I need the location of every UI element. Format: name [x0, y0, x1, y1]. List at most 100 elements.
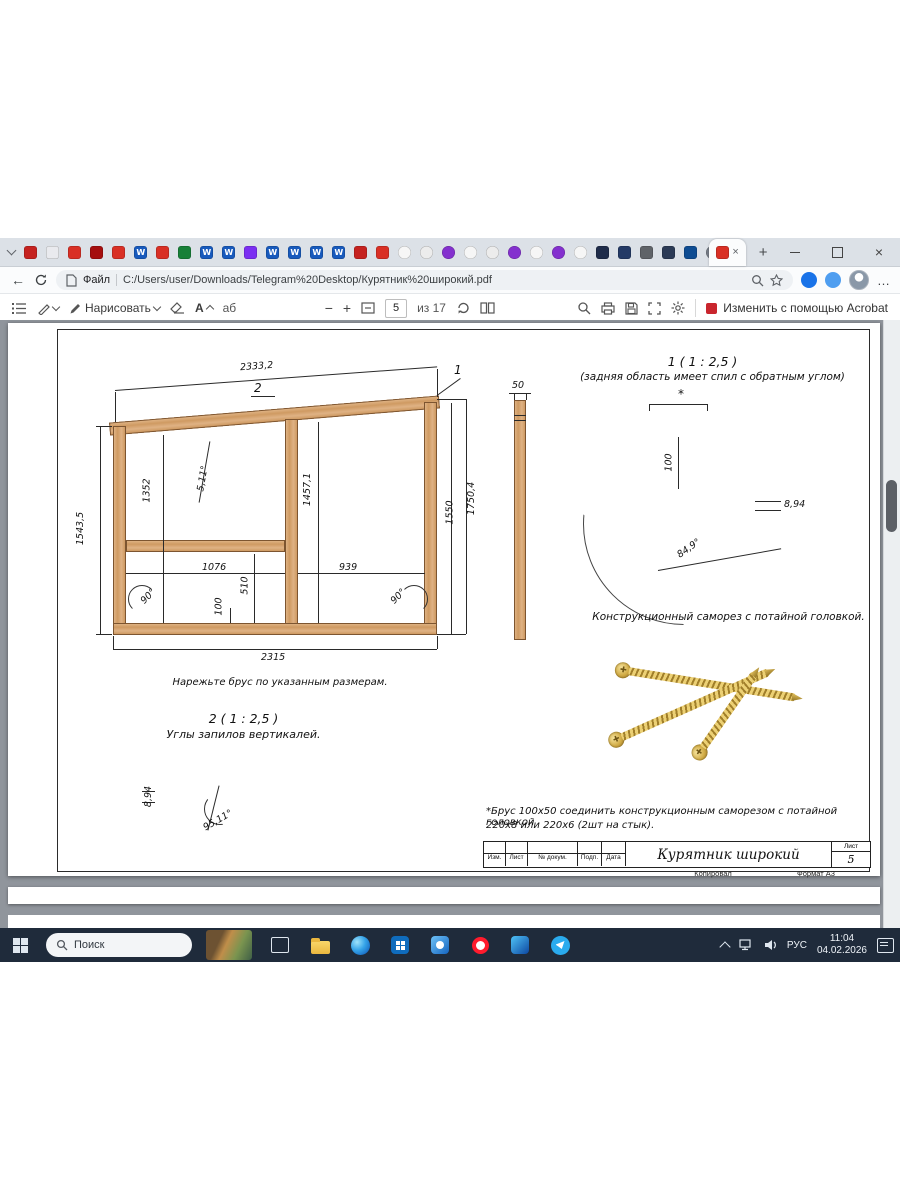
browser-tab[interactable]: [684, 246, 697, 259]
tab-strip: WWWWWWW × + ×: [0, 238, 900, 267]
text-size-button[interactable]: A: [195, 301, 213, 315]
search-document-icon[interactable]: [577, 301, 591, 315]
full-screen-icon[interactable]: [648, 302, 661, 315]
browser-tab[interactable]: W: [222, 246, 235, 259]
settings-menu-icon[interactable]: …: [877, 273, 890, 288]
browser-tab[interactable]: W: [288, 246, 301, 259]
photos-button[interactable]: [420, 928, 460, 962]
browser-tab[interactable]: W: [200, 246, 213, 259]
browser-tab[interactable]: W: [310, 246, 323, 259]
volume-icon[interactable]: [764, 939, 777, 951]
action-center-icon[interactable]: [877, 938, 894, 953]
blue-app-button[interactable]: [500, 928, 540, 962]
browser-tab[interactable]: W: [134, 246, 147, 259]
file-icon: [66, 274, 77, 287]
browser-tab[interactable]: [24, 246, 37, 259]
page-view-icon[interactable]: [480, 302, 495, 314]
tab-search-chevron-icon[interactable]: [4, 244, 20, 260]
save-icon[interactable]: [625, 302, 638, 315]
browser-tab[interactable]: [530, 246, 543, 259]
callout-2: 2: [254, 381, 262, 395]
browser-tab[interactable]: [552, 246, 565, 259]
telegram-icon: [551, 936, 570, 955]
scrollbar[interactable]: [883, 320, 900, 928]
browser-tab[interactable]: [574, 246, 587, 259]
draw-button[interactable]: Нарисовать: [69, 301, 160, 315]
url-scheme-label: Файл: [83, 274, 110, 286]
browser-tab[interactable]: [464, 246, 477, 259]
taskbar-search[interactable]: Поиск: [46, 933, 192, 957]
zoom-out-button[interactable]: −: [325, 300, 333, 316]
dimension-line: [113, 649, 437, 650]
extension-icon[interactable]: [801, 272, 817, 288]
url-field[interactable]: Файл C:/Users/user/Downloads/Telegram%20…: [56, 270, 793, 290]
task-view-button[interactable]: [260, 928, 300, 962]
clock[interactable]: 11:04 04.02.2026: [817, 933, 867, 957]
zoom-icon[interactable]: [751, 274, 764, 287]
screenshot-root: WWWWWWW × + × ← Файл: [0, 0, 900, 1200]
browser-tab[interactable]: [486, 246, 499, 259]
browser-tab[interactable]: [640, 246, 653, 259]
refresh-icon[interactable]: [34, 273, 48, 287]
read-aloud-button[interactable]: аб: [223, 301, 237, 315]
profile-avatar[interactable]: [849, 270, 869, 290]
store-button[interactable]: [380, 928, 420, 962]
hidden-icons-chevron[interactable]: [719, 941, 730, 952]
browser-tab[interactable]: [376, 246, 389, 259]
close-button[interactable]: ×: [858, 238, 900, 266]
browser-tab[interactable]: [156, 246, 169, 259]
browser-tab[interactable]: [178, 246, 191, 259]
browser-tab[interactable]: [508, 246, 521, 259]
tab-close-icon[interactable]: ×: [732, 247, 738, 258]
browser-tab[interactable]: [398, 246, 411, 259]
page-total-label: из 17: [417, 301, 446, 315]
browser-tab[interactable]: [442, 246, 455, 259]
eraser-icon[interactable]: [170, 302, 185, 314]
language-indicator[interactable]: РУС: [787, 940, 807, 951]
browser-tab[interactable]: [46, 246, 59, 259]
browser-tab[interactable]: [354, 246, 367, 259]
browser-tab[interactable]: W: [332, 246, 345, 259]
browser-tab[interactable]: W: [266, 246, 279, 259]
zoom-in-button[interactable]: +: [343, 300, 351, 316]
dimension-line: [678, 437, 679, 489]
scrollbar-thumb[interactable]: [886, 480, 897, 532]
screws-caption: Конструкционный саморез с потайной голов…: [576, 611, 881, 623]
browser-tab[interactable]: [68, 246, 81, 259]
browser-tab[interactable]: [662, 246, 675, 259]
dim-mid: 1457,1: [302, 473, 313, 506]
extension-line: [526, 394, 527, 400]
active-tab[interactable]: ×: [709, 239, 746, 266]
opera-button[interactable]: [460, 928, 500, 962]
network-icon[interactable]: [739, 939, 754, 951]
browser-essentials-icon[interactable]: [825, 272, 841, 288]
rotate-icon[interactable]: [456, 301, 470, 315]
browser-tab[interactable]: [420, 246, 433, 259]
draw-label: Нарисовать: [85, 301, 151, 315]
dimension-line: [755, 501, 781, 502]
back-icon[interactable]: ←: [10, 272, 26, 288]
settings-gear-icon[interactable]: [671, 301, 685, 315]
favorite-star-icon[interactable]: [770, 274, 783, 287]
browser-tab[interactable]: [596, 246, 609, 259]
copied-label: Копировал: [663, 869, 763, 878]
widgets-thumbnail[interactable]: [206, 930, 252, 960]
page-number-input[interactable]: 5: [385, 299, 407, 318]
print-icon[interactable]: [601, 302, 615, 315]
maximize-button[interactable]: [816, 238, 858, 266]
telegram-button[interactable]: [540, 928, 580, 962]
start-button[interactable]: [0, 928, 40, 962]
browser-tab[interactable]: [618, 246, 631, 259]
new-tab-button[interactable]: +: [752, 241, 774, 263]
browser-tab[interactable]: [90, 246, 103, 259]
beam-left: [113, 426, 126, 635]
file-explorer-button[interactable]: [300, 928, 340, 962]
browser-tab[interactable]: [244, 246, 257, 259]
minimize-button[interactable]: [774, 238, 816, 266]
fit-page-icon[interactable]: [361, 302, 375, 314]
edge-button[interactable]: [340, 928, 380, 962]
highlight-button[interactable]: [37, 302, 59, 315]
acrobat-button[interactable]: Изменить с помощью Acrobat: [706, 301, 888, 315]
table-of-contents-icon[interactable]: [12, 302, 27, 315]
browser-tab[interactable]: [112, 246, 125, 259]
